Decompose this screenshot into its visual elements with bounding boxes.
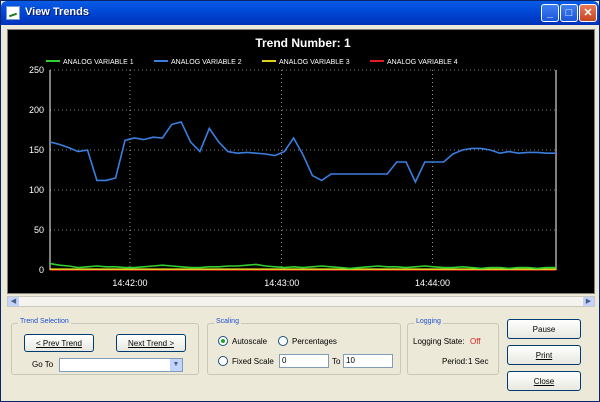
prev-trend-label: < Prev Trend: [35, 338, 83, 348]
percentages-radio[interactable]: [278, 336, 288, 346]
logging-state-label: Logging State:: [413, 337, 465, 346]
trend-selection-label: Trend Selection: [18, 318, 71, 325]
series-line: [49, 262, 556, 270]
prev-trend-button[interactable]: < Prev Trend: [24, 334, 94, 352]
chevron-down-icon[interactable]: ▼: [170, 359, 182, 371]
maximize-icon: □: [565, 7, 573, 19]
autoscale-label: Autoscale: [232, 337, 268, 346]
logging-group: Logging Logging State: Off Period: 1 Sec: [407, 318, 499, 375]
close-icon: ✕: [583, 7, 593, 19]
next-trend-button[interactable]: Next Trend >: [116, 334, 186, 352]
scaling-group: Scaling Autoscale Percentages Fixed Scal…: [207, 318, 401, 375]
logging-label: Logging: [414, 318, 443, 325]
legend-entry: ANALOG VARIABLE 1: [63, 59, 134, 66]
scale-from-input[interactable]: 0: [279, 354, 329, 368]
goto-dropdown[interactable]: ▼: [59, 358, 183, 372]
fixed-scale-radio[interactable]: [218, 356, 228, 366]
percentages-label: Percentages: [292, 337, 337, 346]
print-button[interactable]: Print: [507, 345, 581, 365]
scroll-left-arrow-icon[interactable]: ◀: [8, 297, 19, 306]
logging-period-value: 1 Sec: [468, 357, 489, 366]
y-tick-label: 200: [29, 105, 44, 115]
series-line: [49, 121, 556, 184]
logging-state-value: Off: [470, 337, 481, 346]
y-tick-label: 0: [39, 265, 44, 275]
pause-button[interactable]: Pause: [507, 319, 581, 339]
y-tick-label: 250: [29, 65, 44, 75]
minimize-icon: _: [546, 7, 554, 19]
trend-chart-svg: Trend Number: 1 ANALOG VARIABLE 1 ANALOG V…: [29, 36, 557, 288]
goto-label: Go To: [32, 360, 54, 369]
view-trends-window: View Trends _ □ ✕ Trend Number: 1 ANALOG …: [0, 0, 600, 402]
x-tick-label: 14:43:00: [264, 278, 299, 288]
minimize-button[interactable]: _: [541, 4, 559, 22]
logging-period-label: Period:: [442, 357, 468, 366]
y-tick-label: 100: [29, 185, 44, 195]
legend-entry: ANALOG VARIABLE 2: [171, 59, 242, 66]
maximize-button[interactable]: □: [560, 4, 578, 22]
chart-title: Trend Number: 1: [255, 36, 351, 50]
y-tick-label: 150: [29, 145, 44, 155]
scale-to-label: To: [332, 357, 341, 366]
close-window-button[interactable]: ✕: [579, 4, 597, 22]
fixed-scale-label: Fixed Scale: [232, 357, 274, 366]
title-bar[interactable]: View Trends _ □ ✕: [1, 1, 599, 25]
autoscale-radio[interactable]: [218, 336, 228, 346]
chart-horizontal-scrollbar[interactable]: ◀ ▶: [7, 296, 595, 307]
y-tick-label: 50: [34, 225, 44, 235]
x-tick-label: 14:44:00: [415, 278, 450, 288]
scaling-label: Scaling: [214, 318, 241, 325]
close-label: Close: [533, 376, 555, 386]
close-button[interactable]: Close: [507, 371, 581, 391]
next-trend-label: Next Trend >: [127, 338, 175, 348]
scroll-right-arrow-icon[interactable]: ▶: [583, 297, 594, 306]
legend-entry: ANALOG VARIABLE 3: [279, 59, 350, 66]
legend-entry: ANALOG VARIABLE 4: [387, 59, 458, 66]
scale-to-input[interactable]: 10: [343, 354, 393, 368]
trend-selection-group: Trend Selection < Prev Trend Next Trend …: [11, 318, 199, 375]
print-label: Print: [535, 350, 553, 360]
trend-app-icon: [6, 6, 20, 20]
x-tick-label: 14:42:00: [112, 278, 147, 288]
trend-chart: Trend Number: 1 ANALOG VARIABLE 1 ANALOG V…: [7, 29, 595, 294]
window-title: View Trends: [25, 6, 89, 18]
